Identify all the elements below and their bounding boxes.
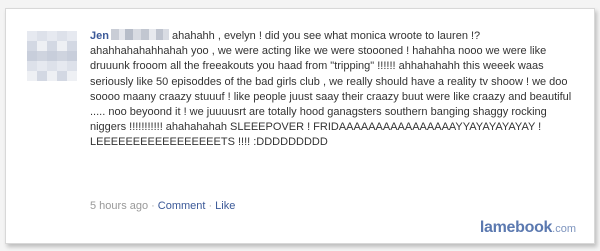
avatar-pixel: [27, 41, 37, 51]
avatar-pixel: [27, 61, 37, 71]
comment-link[interactable]: Comment: [158, 200, 206, 212]
avatar-pixel: [37, 51, 47, 61]
avatar-pixel: [57, 51, 67, 61]
avatar-pixel: [37, 71, 47, 81]
avatar-pixel: [47, 61, 57, 71]
avatar-pixel: [37, 41, 47, 51]
author-name[interactable]: Jen: [90, 29, 172, 42]
status-text: ahahahh , evelyn ! did you see what moni…: [90, 30, 572, 149]
post-card: Jen ahahahh , evelyn ! did you see what m…: [5, 8, 595, 244]
avatar-pixel: [47, 51, 57, 61]
avatar-pixel: [67, 61, 77, 71]
avatar-pixel: [47, 31, 57, 41]
brand-tld: .com: [552, 223, 576, 235]
profile-avatar[interactable]: [27, 31, 77, 81]
avatar-pixel: [67, 71, 77, 81]
avatar-pixel: [37, 61, 47, 71]
meta-separator: ·: [208, 200, 213, 212]
avatar-pixel: [27, 71, 37, 81]
post-body: Jen ahahahh , evelyn ! did you see what m…: [90, 29, 580, 151]
avatar-pixel: [27, 51, 37, 61]
avatar-pixel: [57, 31, 67, 41]
avatar-pixel: [57, 61, 67, 71]
author-first-name[interactable]: Jen: [90, 30, 109, 42]
meta-separator: ·: [151, 200, 155, 212]
avatar-pixel: [27, 31, 37, 41]
avatar-pixel: [67, 51, 77, 61]
avatar-pixel: [47, 71, 57, 81]
lamebook-watermark: lamebook.com: [480, 219, 576, 237]
post-meta: 5 hours ago · Comment · Like: [90, 200, 235, 212]
redacted-surname: [110, 29, 169, 40]
brand-name: lamebook: [479, 219, 553, 236]
avatar-pixel: [67, 31, 77, 41]
avatar-pixel: [47, 41, 57, 51]
avatar-pixel: [67, 41, 77, 51]
avatar-pixel: [57, 71, 67, 81]
avatar-pixel: [37, 31, 47, 41]
like-link[interactable]: Like: [215, 200, 235, 212]
timestamp[interactable]: 5 hours ago: [90, 200, 148, 212]
avatar-pixel: [57, 41, 67, 51]
